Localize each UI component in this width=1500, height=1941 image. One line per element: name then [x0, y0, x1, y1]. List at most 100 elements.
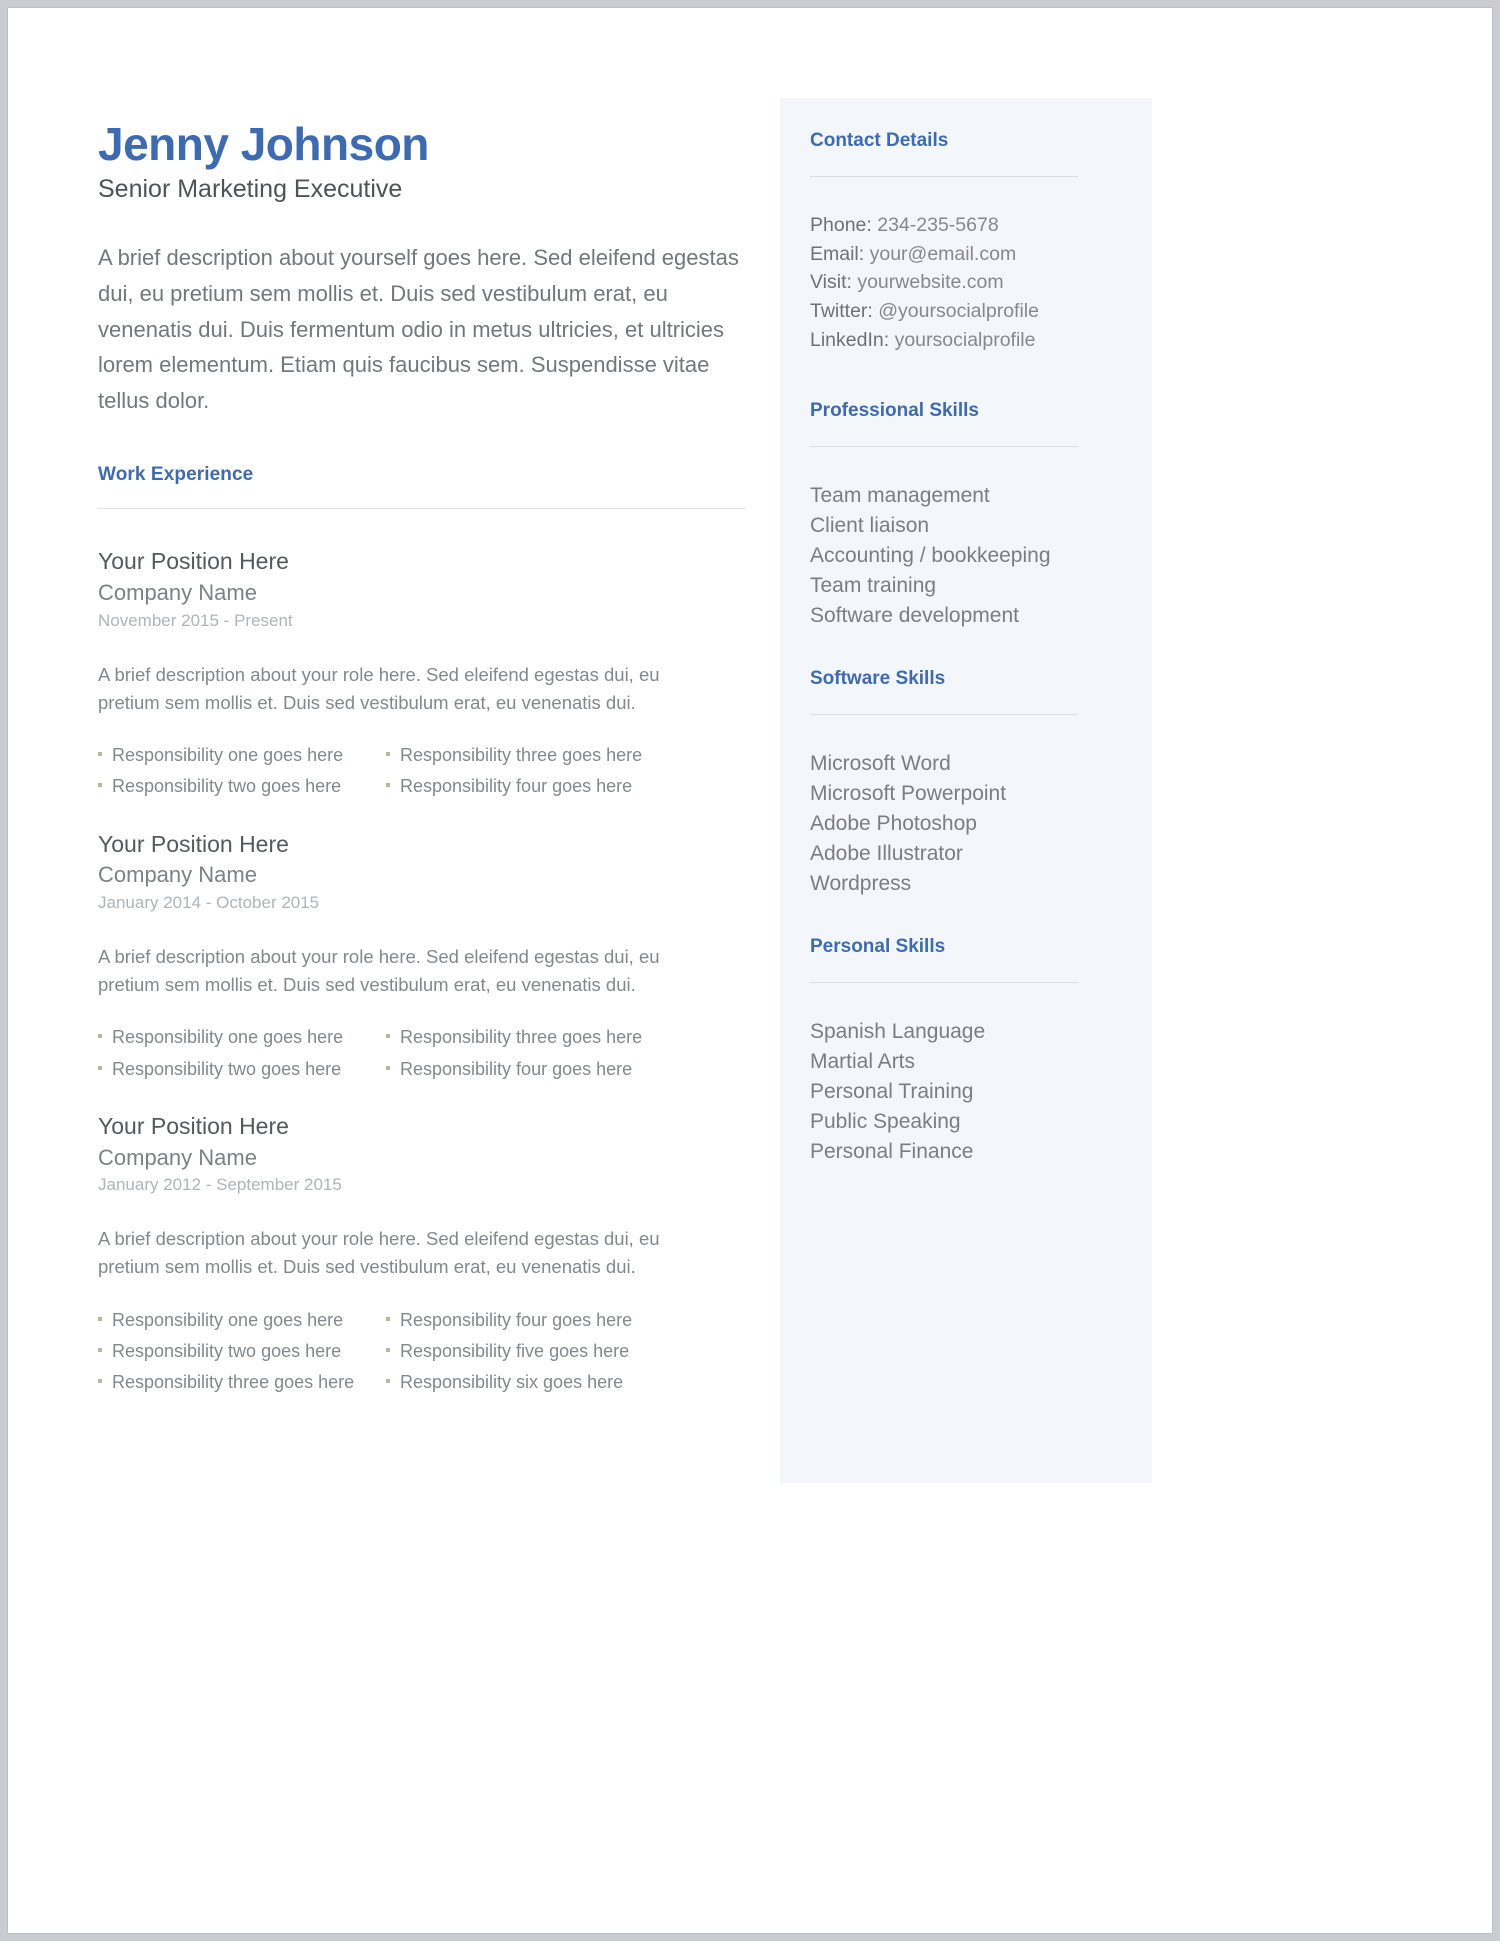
sidebar-divider [810, 176, 1078, 177]
contact-value: yourwebsite.com [857, 271, 1004, 294]
entry-company: Company Name [98, 1144, 257, 1170]
bullet-icon [98, 1347, 102, 1352]
entry-position: Your Position Here [98, 830, 289, 857]
entry-dates: January 2012 - September 2015 [98, 1175, 342, 1195]
skill-item: Personal Training [810, 1080, 974, 1104]
skill-item: Microsoft Powerpoint [810, 782, 1007, 806]
skill-item: Team training [810, 573, 937, 597]
contact-item[interactable]: LinkedIn: yoursocialprofile [810, 326, 1116, 355]
responsibility-item: Responsibility two goes here [98, 773, 386, 799]
contact-item[interactable]: Visit: yourwebsite.com [810, 268, 1116, 297]
contact-label: LinkedIn: [810, 328, 890, 351]
responsibility-item: Responsibility four goes here [386, 773, 746, 799]
contact-details-block: Contact Details Phone: 234-235-5678 Email… [810, 130, 1116, 354]
software-skills-list: Microsoft Word Microsoft Powerpoint Adobe … [810, 749, 1116, 898]
work-entry: Your Position Here Company Name January 20… [98, 1112, 746, 1395]
bullet-icon [98, 1378, 102, 1383]
sidebar-divider [810, 982, 1078, 984]
bullet-icon [98, 1034, 102, 1039]
contact-item[interactable]: Email: your@email.com [810, 240, 1116, 269]
skill-item: Software development [810, 603, 1019, 627]
work-entry: Your Position Here Company Name January 20… [98, 830, 746, 1082]
responsibility-label: Responsibility four goes here [400, 776, 633, 797]
work-entry: Your Position Here Company Name November 2… [98, 547, 746, 799]
entry-dates: November 2015 - Present [98, 610, 293, 630]
responsibility-label: Responsibility three goes here [400, 1027, 643, 1048]
bullet-icon [386, 1347, 390, 1352]
bullet-icon [98, 1065, 102, 1070]
responsibility-label: Responsibility two goes here [112, 776, 342, 797]
responsibility-label: Responsibility two goes here [112, 1058, 342, 1079]
bullet-icon [386, 1065, 390, 1070]
professional-skills-block: Professional Skills Team management Clien… [810, 400, 1116, 630]
contact-label: Twitter: [810, 299, 873, 322]
responsibility-item: Responsibility two goes here [98, 1056, 386, 1082]
responsibility-item: Responsibility one goes here [98, 1307, 386, 1333]
entry-company: Company Name [98, 580, 257, 606]
skill-item: Adobe Photoshop [810, 811, 977, 835]
responsibility-label: Responsibility six goes here [400, 1371, 624, 1392]
resume-page: Jenny Johnson Senior Marketing Executive… [8, 8, 1492, 1933]
personal-skills-heading: Personal Skills [810, 936, 946, 958]
contact-value: @yoursocialprofile [878, 299, 1039, 322]
responsibility-label: Responsibility one goes here [112, 745, 344, 766]
responsibility-item: Responsibility four goes here [386, 1056, 746, 1082]
responsibility-label: Responsibility three goes here [112, 1371, 355, 1392]
contact-label: Phone: [810, 214, 872, 236]
bullet-icon [386, 1034, 390, 1039]
entry-position: Your Position Here [98, 548, 289, 575]
page-title: Jenny Johnson [98, 118, 429, 170]
contact-value: yoursocialprofile [894, 328, 1036, 351]
skill-item: Adobe Illustrator [810, 841, 963, 865]
responsibility-item: Responsibility three goes here [98, 1369, 386, 1395]
bullet-icon [386, 1316, 390, 1321]
main-column: Jenny Johnson Senior Marketing Executive… [98, 120, 746, 1425]
responsibility-label: Responsibility two goes here [112, 1340, 342, 1361]
responsibility-label: Responsibility three goes here [400, 745, 643, 766]
responsibility-label: Responsibility one goes here [112, 1027, 344, 1048]
responsibility-item: Responsibility five goes here [386, 1338, 746, 1364]
responsibility-item: Responsibility six goes here [386, 1369, 746, 1395]
bullet-icon [98, 783, 102, 788]
responsibility-grid: Responsibility one goes here Responsibili… [98, 742, 746, 799]
professional-skills-heading: Professional Skills [810, 400, 979, 422]
skill-item: Client liaison [810, 514, 930, 538]
contact-label: Visit: [810, 271, 852, 294]
sidebar-divider [810, 446, 1078, 448]
personal-skills-list: Spanish Language Martial Arts Personal Tra… [810, 1017, 1116, 1166]
responsibility-item: Responsibility one goes here [98, 742, 386, 768]
contact-value: your@email.com [869, 242, 1017, 265]
entry-dates: January 2014 - October 2015 [98, 893, 320, 913]
skill-item: Team management [810, 484, 990, 508]
software-skills-block: Software Skills Microsoft Word Microsoft … [810, 668, 1116, 898]
responsibility-label: Responsibility five goes here [400, 1340, 630, 1361]
responsibility-label: Responsibility four goes here [400, 1058, 633, 1079]
skill-item: Accounting / bookkeeping [810, 543, 1051, 567]
contact-item[interactable]: Phone: 234-235-5678 [810, 211, 1116, 240]
contact-item[interactable]: Twitter: @yoursocialprofile [810, 297, 1116, 326]
personal-skills-block: Personal Skills Spanish Language Martial … [810, 936, 1116, 1166]
bullet-icon [98, 752, 102, 757]
software-skills-heading: Software Skills [810, 668, 946, 690]
entry-description: A brief description about your role here… [98, 1228, 660, 1277]
work-experience-heading: Work Experience [98, 464, 254, 486]
skill-item: Microsoft Word [810, 752, 951, 776]
responsibility-item: Responsibility three goes here [386, 1024, 746, 1050]
bullet-icon [386, 783, 390, 788]
sidebar: Contact Details Phone: 234-235-5678 Email… [780, 98, 1152, 1483]
professional-skills-list: Team management Client liaison Accounting … [810, 481, 1116, 630]
contact-list: Phone: 234-235-5678 Email: your@email.com… [810, 211, 1116, 354]
entry-position: Your Position Here [98, 1112, 289, 1139]
entry-description: A brief description about your role here… [98, 663, 660, 713]
contact-label: Email: [810, 242, 865, 265]
skill-item: Martial Arts [810, 1050, 916, 1074]
resume-sheet: Jenny Johnson Senior Marketing Executive… [8, 8, 1220, 1933]
bullet-icon [386, 752, 390, 757]
responsibility-grid: Responsibility one goes here Responsibili… [98, 1307, 746, 1395]
responsibility-label: Responsibility one goes here [112, 1309, 344, 1330]
entry-company: Company Name [98, 862, 257, 888]
bullet-icon [386, 1378, 390, 1383]
profile-summary: A brief description about yourself goes … [98, 245, 739, 413]
job-title: Senior Marketing Executive [98, 175, 403, 204]
entry-description: A brief description about your role here… [98, 945, 660, 995]
